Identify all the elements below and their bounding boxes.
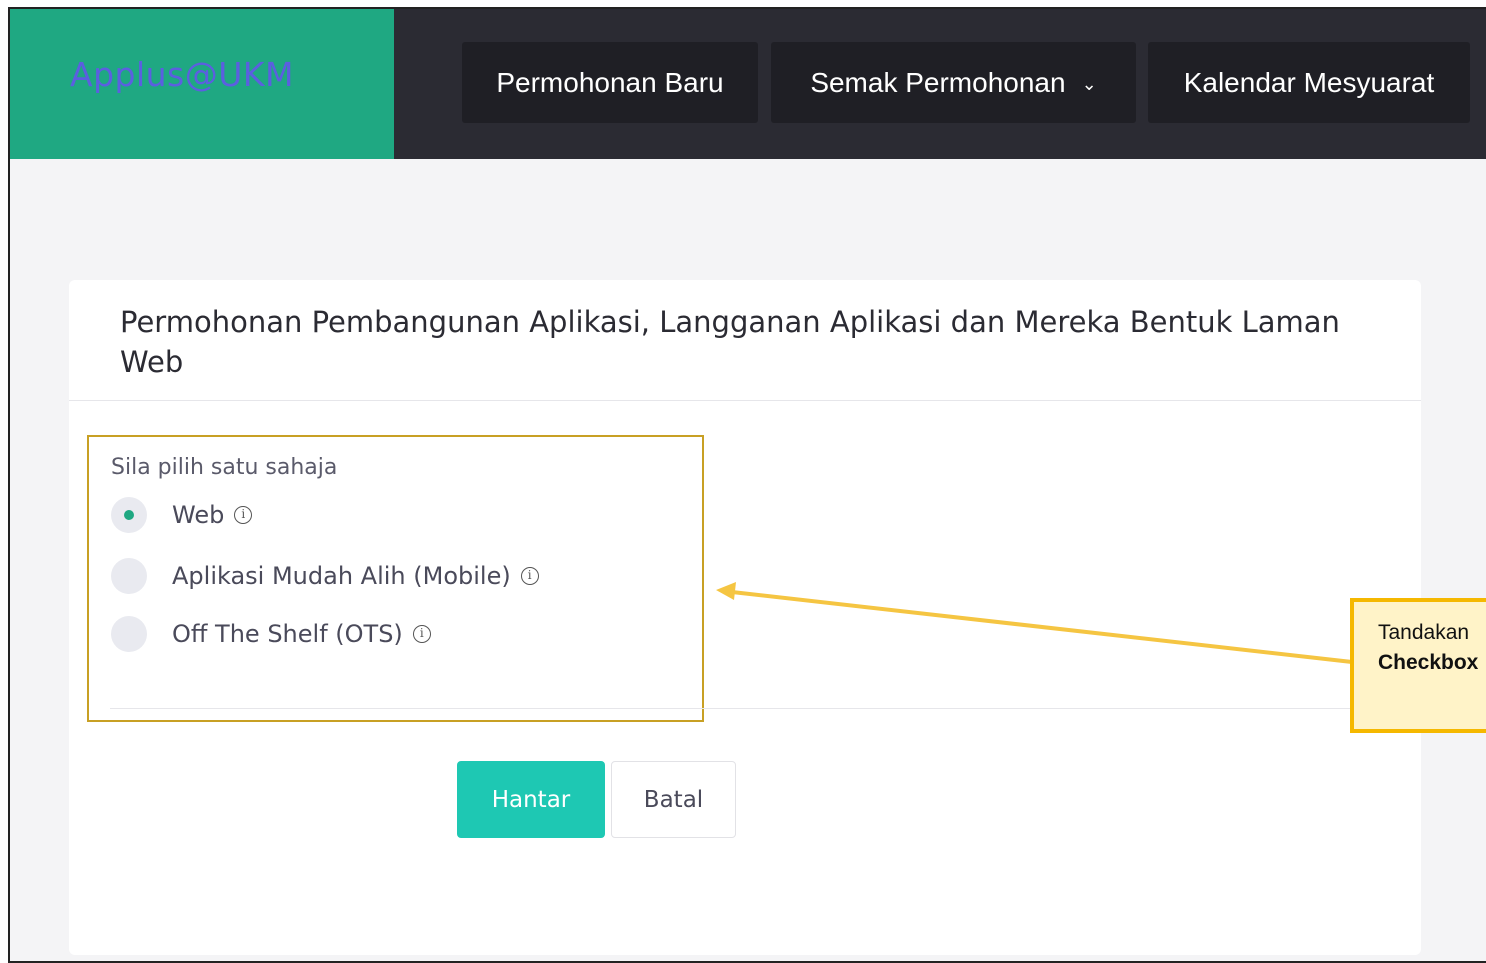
nav-permohonan-baru-label: Permohonan Baru — [496, 66, 724, 98]
radio-web[interactable] — [111, 497, 147, 533]
card-title: Permohonan Pembangunan Aplikasi, Langgan… — [120, 305, 1340, 379]
nav-permohonan-baru[interactable]: Permohonan Baru — [462, 42, 758, 123]
callout-line-2: Checkbox — [1378, 651, 1479, 674]
option-ots[interactable]: Off The Shelf (OTS) i — [111, 616, 431, 652]
submit-button[interactable]: Hantar — [457, 761, 605, 838]
nav-semak-permohonan-label: Semak Permohonan — [810, 66, 1066, 98]
brand-logo-text[interactable]: Applus@UKM — [70, 55, 294, 94]
nav-kalendar-mesyuarat[interactable]: Kalendar Mesyuarat — [1148, 42, 1470, 123]
info-icon[interactable]: i — [412, 625, 431, 643]
option-mobile-label: Aplikasi Mudah Alih (Mobile) — [172, 562, 511, 590]
chevron-down-icon: ⌄ — [1081, 74, 1097, 94]
info-icon[interactable]: i — [520, 567, 539, 585]
form-divider — [110, 708, 1410, 709]
radio-mobile[interactable] — [111, 558, 147, 594]
info-icon[interactable]: i — [234, 506, 253, 524]
option-mobile[interactable]: Aplikasi Mudah Alih (Mobile) i — [111, 558, 539, 594]
option-ots-label: Off The Shelf (OTS) — [172, 620, 403, 648]
brand-panel: Applus@UKM — [10, 9, 394, 159]
option-web[interactable]: Web i — [111, 497, 253, 533]
annotation-callout: Tandakan Checkbox — [1350, 598, 1486, 733]
card-header: Permohonan Pembangunan Aplikasi, Langgan… — [69, 280, 1421, 401]
selection-instruction: Sila pilih satu sahaja — [111, 455, 338, 480]
radio-ots[interactable] — [111, 616, 147, 652]
top-navbar: Applus@UKM Permohonan Baru Semak Permoho… — [10, 9, 1486, 159]
nav-kalendar-mesyuarat-label: Kalendar Mesyuarat — [1183, 66, 1435, 98]
nav-semak-permohonan[interactable]: Semak Permohonan ⌄ — [771, 42, 1136, 123]
cancel-button[interactable]: Batal — [611, 761, 736, 838]
callout-line-1: Tandakan — [1378, 621, 1470, 644]
option-web-label: Web — [172, 501, 225, 529]
